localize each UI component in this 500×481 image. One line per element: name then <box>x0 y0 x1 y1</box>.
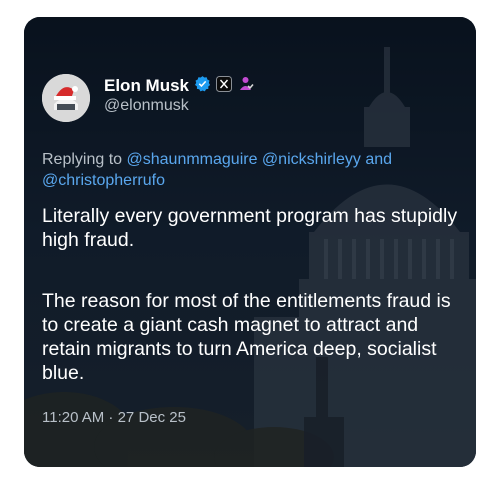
tweet-text-paragraph: The reason for most of the entitlements … <box>42 290 451 384</box>
tweet-timestamp[interactable]: 11:20 AM · 27 Dec 25 <box>42 409 186 426</box>
mention-link[interactable]: @christopherrufo <box>42 172 165 189</box>
tweet-text-paragraph: Literally every government program has s… <box>42 205 458 251</box>
replying-to-line: Replying to @shaunmmaguire @nickshirleyy… <box>42 149 462 191</box>
affiliate-icon[interactable] <box>237 75 254 97</box>
author-handle[interactable]: @elonmusk <box>104 97 189 115</box>
reply-prefix: Replying to <box>42 151 123 168</box>
x-logo-icon[interactable] <box>216 75 233 97</box>
avatar[interactable] <box>42 74 90 122</box>
author-name[interactable]: Elon Musk <box>104 76 189 96</box>
tweet-card: Elon Musk @elonmusk Replying to @shaunmm… <box>24 17 476 467</box>
mention-link[interactable]: @shaunmmaguire <box>127 151 258 168</box>
mention-link[interactable]: @nickshirleyy <box>262 151 361 168</box>
avatar-image <box>42 74 90 122</box>
verified-badge-icon <box>194 75 211 97</box>
reply-joiner: and <box>365 151 393 168</box>
author-row: Elon Musk <box>104 75 254 97</box>
